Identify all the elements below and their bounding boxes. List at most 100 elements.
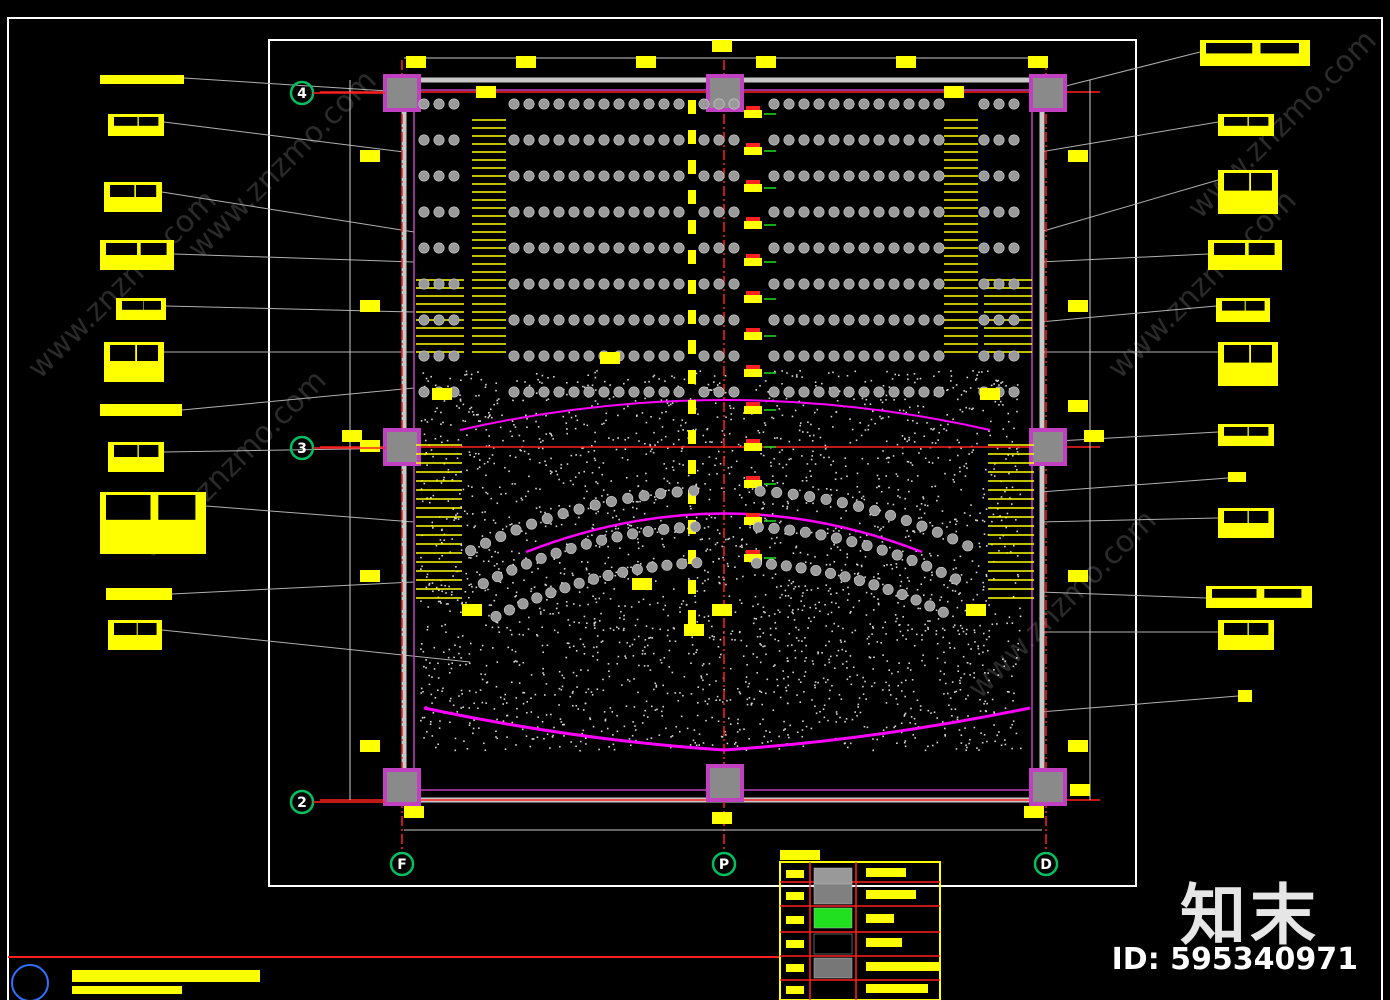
floor-speckle (814, 603, 817, 606)
floor-speckle (586, 561, 589, 564)
seat (538, 350, 550, 362)
floor-speckle (890, 564, 892, 566)
floor-speckle (762, 454, 765, 457)
floor-speckle (929, 598, 932, 600)
floor-speckle (603, 380, 606, 383)
floor-speckle (729, 667, 732, 670)
seat (698, 98, 710, 110)
floor-speckle (538, 461, 541, 464)
seat (713, 386, 725, 398)
floor-speckle (922, 496, 924, 498)
floor-speckle (565, 656, 568, 659)
floor-speckle (659, 659, 662, 661)
floor-speckle (440, 411, 442, 414)
floor-speckle (784, 728, 786, 730)
note-tag-code (1248, 117, 1269, 126)
floor-speckle (734, 611, 737, 613)
floor-speckle (607, 663, 610, 665)
floor-speckle (586, 490, 588, 493)
floor-speckle (753, 698, 756, 700)
floor-speckle (897, 670, 899, 673)
floor-speckle (493, 564, 496, 567)
floor-speckle (795, 637, 798, 639)
seat-curved (882, 583, 894, 595)
floor-speckle (584, 485, 587, 487)
floor-speckle (815, 712, 818, 715)
grid-label-row: 4 (297, 86, 307, 102)
structural-column (383, 74, 421, 112)
floor-speckle (514, 456, 517, 459)
floor-speckle (458, 652, 460, 655)
floor-speckle (720, 487, 723, 490)
floor-speckle (861, 397, 864, 400)
floor-speckle (593, 457, 596, 460)
floor-speckle (964, 475, 967, 477)
floor-speckle (630, 524, 633, 527)
floor-speckle (550, 434, 553, 437)
seat-curved (765, 558, 777, 570)
floor-speckle (439, 435, 442, 438)
note-tag-code (137, 345, 158, 361)
floor-speckle (445, 603, 448, 605)
note-tag-code (1224, 173, 1250, 191)
floor-speckle (812, 450, 814, 453)
floor-speckle (637, 635, 640, 638)
dimension-tag (360, 440, 380, 452)
structural-column (706, 764, 744, 802)
floor-speckle (458, 695, 460, 697)
floor-speckle (493, 708, 496, 710)
seat-curved (689, 521, 701, 533)
aisle-step-marker (688, 160, 696, 174)
floor-speckle (552, 438, 555, 440)
floor-speckle (447, 603, 449, 605)
floor-speckle (745, 543, 748, 546)
floor-speckle (952, 568, 955, 571)
floor-speckle (873, 609, 875, 611)
seat-curved (839, 571, 851, 583)
floor-speckle (607, 556, 610, 559)
floor-speckle (644, 639, 647, 641)
floor-speckle (651, 705, 653, 708)
floor-speckle (608, 398, 611, 400)
floor-speckle (549, 613, 552, 615)
seat (523, 98, 535, 110)
floor-speckle (770, 465, 772, 467)
structural-column (1029, 74, 1067, 112)
floor-speckle (901, 435, 904, 437)
floor-speckle (747, 685, 749, 688)
floor-speckle (923, 512, 926, 515)
floor-speckle (540, 521, 542, 524)
floor-speckle (721, 545, 724, 548)
floor-speckle (487, 588, 489, 591)
seat (843, 350, 855, 362)
floor-speckle (719, 638, 722, 641)
floor-speckle (841, 663, 844, 665)
floor-speckle (882, 450, 884, 452)
floor-speckle (585, 743, 587, 745)
floor-speckle (776, 536, 778, 539)
floor-speckle (897, 602, 899, 604)
floor-speckle (799, 551, 802, 554)
seat (728, 278, 740, 290)
seat (643, 278, 655, 290)
floor-speckle (1000, 519, 1003, 522)
floor-speckle (478, 466, 481, 468)
floor-speckle (585, 626, 587, 629)
floor-speckle (481, 535, 484, 537)
floor-speckle (624, 438, 627, 441)
floor-speckle (951, 714, 953, 717)
seat (628, 350, 640, 362)
floor-speckle (496, 718, 498, 721)
floor-speckle (913, 644, 916, 647)
floor-speckle (437, 600, 440, 603)
floor-speckle (831, 684, 833, 687)
seat-curved (810, 564, 822, 576)
floor-speckle (769, 634, 772, 636)
note-tag-code (1214, 243, 1246, 255)
floor-speckle (653, 501, 656, 504)
grid-label-col: P (719, 857, 729, 873)
note-tag-code (158, 495, 196, 520)
seat-row-tag (744, 258, 762, 266)
floor-speckle (680, 424, 682, 427)
floor-speckle (629, 645, 631, 648)
